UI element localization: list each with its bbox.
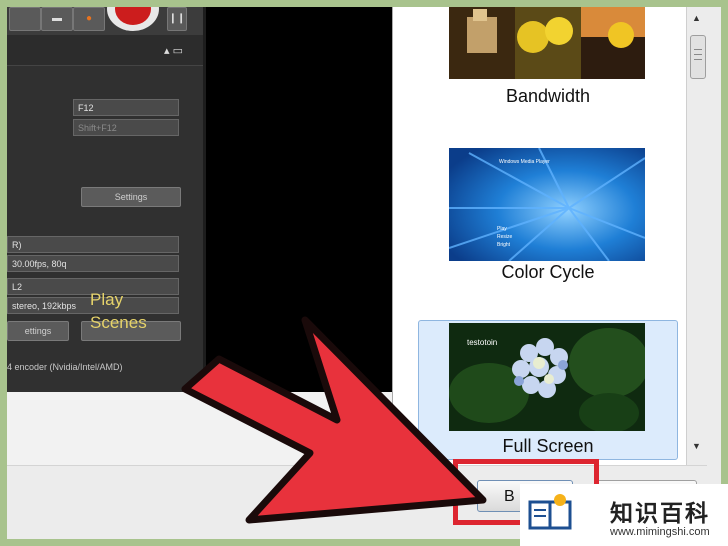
watermark-url: www.mimingshi.com	[610, 526, 710, 538]
book-bulb-icon	[528, 494, 572, 530]
watermark-title: 知识百科	[610, 500, 710, 526]
screen: Bandwidth Windows Media Player Play Resi…	[7, 7, 721, 539]
watermark: 知识百科 www.mimingshi.com	[520, 484, 728, 546]
pointer-arrow	[181, 316, 487, 524]
